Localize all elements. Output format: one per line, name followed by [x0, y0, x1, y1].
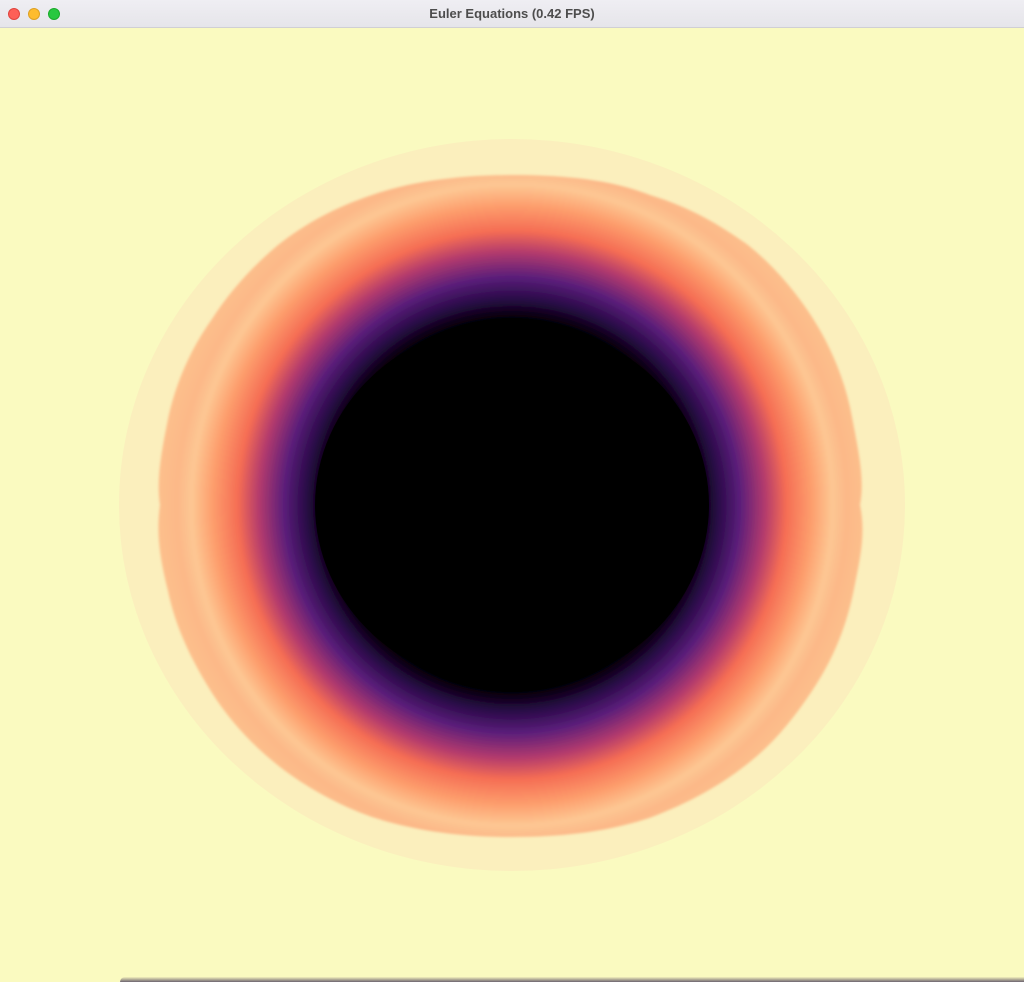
background-window-edge	[120, 977, 1024, 982]
simulation-canvas	[0, 29, 1024, 982]
window-title: Euler Equations (0.42 FPS)	[429, 6, 595, 21]
title-bar[interactable]: Euler Equations (0.42 FPS)	[0, 0, 1024, 28]
density-field	[119, 139, 905, 871]
dark-core	[315, 322, 709, 688]
app-window: Euler Equations (0.42 FPS)	[0, 0, 1024, 982]
